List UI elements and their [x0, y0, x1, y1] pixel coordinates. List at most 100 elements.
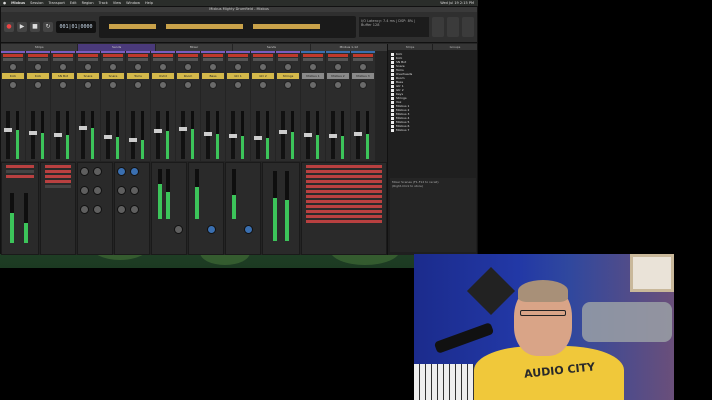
bus-knob[interactable]: [244, 225, 253, 234]
pan-knob[interactable]: [359, 63, 367, 71]
channel-name[interactable]: Gtr 1: [227, 73, 249, 79]
plugin-slot[interactable]: [103, 54, 123, 57]
plugin-slot[interactable]: [178, 54, 198, 57]
fader-cap[interactable]: [54, 133, 62, 137]
plugin-slot[interactable]: [178, 58, 198, 61]
trim-knob[interactable]: [34, 81, 42, 89]
visible-checkbox[interactable]: [391, 112, 394, 116]
channel-fader[interactable]: [81, 111, 85, 159]
fader-cap[interactable]: [154, 129, 162, 133]
comp-knob[interactable]: [117, 167, 126, 176]
pan-knob[interactable]: [259, 63, 267, 71]
eq-knob[interactable]: [93, 205, 102, 214]
pan-knob[interactable]: [59, 63, 67, 71]
fader-cap[interactable]: [229, 134, 237, 138]
plugin-slot[interactable]: [203, 58, 223, 61]
mixer-button[interactable]: [447, 17, 459, 37]
strip-list-item[interactable]: Mixbus 7: [391, 128, 474, 132]
trim-knob[interactable]: [284, 81, 292, 89]
visible-checkbox[interactable]: [391, 76, 394, 80]
plugin-slot[interactable]: [278, 54, 298, 57]
tab-mixbus[interactable]: Mixbus 1-12: [310, 44, 388, 51]
channel-name[interactable]: Snare: [102, 73, 124, 79]
channel-fader[interactable]: [131, 111, 135, 159]
visible-checkbox[interactable]: [391, 84, 394, 88]
fader-cap[interactable]: [129, 138, 137, 142]
channel-name[interactable]: Snare: [77, 73, 99, 79]
record-button[interactable]: ●: [4, 22, 14, 32]
trim-knob[interactable]: [9, 81, 17, 89]
channel-name[interactable]: Mixbus 2: [327, 73, 349, 79]
plugin-slot[interactable]: [78, 54, 98, 57]
menu-app-name[interactable]: Mixbus: [11, 1, 25, 5]
visible-checkbox[interactable]: [391, 68, 394, 72]
play-button[interactable]: ▶: [17, 22, 27, 32]
visible-checkbox[interactable]: [391, 60, 394, 64]
eq-knob[interactable]: [80, 186, 89, 195]
fader-cap[interactable]: [179, 127, 187, 131]
bus-knob[interactable]: [207, 225, 216, 234]
visible-checkbox[interactable]: [391, 124, 394, 128]
channel-fader[interactable]: [31, 111, 35, 159]
channel-name[interactable]: Mixbus 1: [302, 73, 324, 79]
tab-sends-2[interactable]: Sends: [233, 44, 310, 51]
fader-cap[interactable]: [29, 131, 37, 135]
channel-name[interactable]: Room: [177, 73, 199, 79]
trim-knob[interactable]: [84, 81, 92, 89]
trim-knob[interactable]: [259, 81, 267, 89]
pan-knob[interactable]: [184, 63, 192, 71]
menu-item-transport[interactable]: Transport: [48, 1, 64, 5]
tab-strips[interactable]: Strips: [1, 44, 78, 51]
trim-knob[interactable]: [184, 81, 192, 89]
pan-knob[interactable]: [109, 63, 117, 71]
pan-knob[interactable]: [9, 63, 17, 71]
visible-checkbox[interactable]: [391, 52, 394, 56]
trim-knob[interactable]: [134, 81, 142, 89]
channel-name[interactable]: Mixbus 3: [352, 73, 374, 79]
fader-cap[interactable]: [354, 132, 362, 136]
channel-name[interactable]: Ovhd: [152, 73, 174, 79]
plugin-slot[interactable]: [28, 58, 48, 61]
menu-item-help[interactable]: Help: [145, 1, 153, 5]
plugin-slot[interactable]: [53, 54, 73, 57]
fader-cap[interactable]: [329, 134, 337, 138]
comp-knob[interactable]: [117, 186, 126, 195]
visible-checkbox[interactable]: [391, 80, 394, 84]
plugin-slot[interactable]: [328, 54, 348, 57]
comp-knob[interactable]: [130, 186, 139, 195]
trim-knob[interactable]: [59, 81, 67, 89]
plugin-slot[interactable]: [53, 58, 73, 61]
channel-name[interactable]: Strings: [277, 73, 299, 79]
plugin-slot[interactable]: [3, 54, 23, 57]
menu-item-track[interactable]: Track: [99, 1, 108, 5]
eq-knob[interactable]: [80, 167, 89, 176]
mini-timeline[interactable]: [99, 16, 356, 38]
visible-checkbox[interactable]: [391, 108, 394, 112]
channel-name[interactable]: Bass: [202, 73, 224, 79]
plugin-slot[interactable]: [228, 54, 248, 57]
plugin-slot[interactable]: [153, 58, 173, 61]
plugin-slot[interactable]: [328, 58, 348, 61]
fader-cap[interactable]: [279, 130, 287, 134]
trim-knob[interactable]: [309, 81, 317, 89]
visible-checkbox[interactable]: [391, 96, 394, 100]
channel-name[interactable]: Gtr 2: [252, 73, 274, 79]
plugin-slot[interactable]: [253, 54, 273, 57]
visible-checkbox[interactable]: [391, 88, 394, 92]
plugin-slot[interactable]: [353, 58, 373, 61]
channel-name[interactable]: SN Bot: [52, 73, 74, 79]
plugin-slot[interactable]: [128, 58, 148, 61]
trim-knob[interactable]: [334, 81, 342, 89]
tab-mixer[interactable]: Mixer: [155, 44, 233, 51]
pan-knob[interactable]: [84, 63, 92, 71]
plugin-slot[interactable]: [253, 58, 273, 61]
visible-checkbox[interactable]: [391, 116, 394, 120]
pan-knob[interactable]: [34, 63, 42, 71]
channel-fader[interactable]: [6, 111, 10, 159]
eq-knob[interactable]: [93, 167, 102, 176]
plugin-slot[interactable]: [28, 54, 48, 57]
visible-checkbox[interactable]: [391, 120, 394, 124]
fader-cap[interactable]: [104, 135, 112, 139]
visible-checkbox[interactable]: [391, 72, 394, 76]
editor-button[interactable]: [432, 17, 444, 37]
